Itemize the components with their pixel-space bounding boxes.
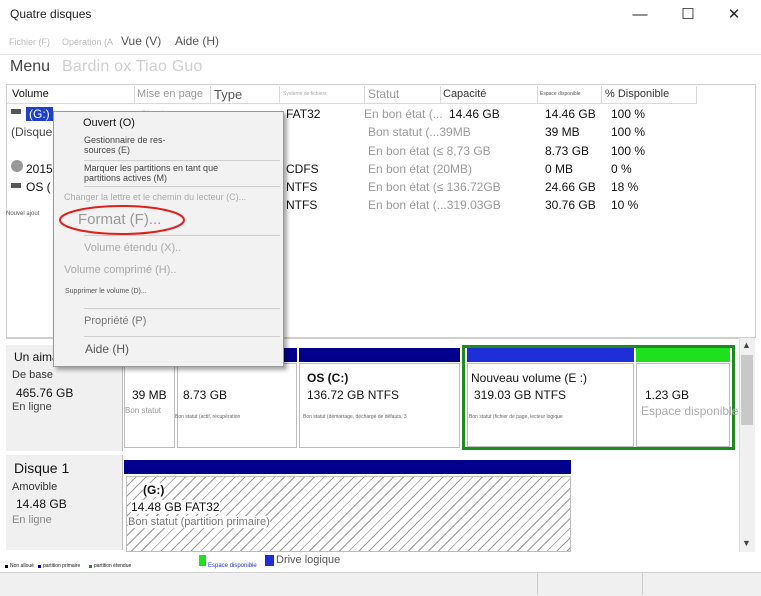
menu-open[interactable]: Ouvert (O) [83, 117, 135, 129]
scroll-up-icon[interactable]: ▲ [742, 340, 751, 350]
menu-file[interactable]: Fichier (F) [9, 37, 50, 47]
menu-explorer[interactable]: Gestionnaire de res- sources (E) [84, 135, 166, 155]
maximize-button[interactable]: ☐ [668, 2, 708, 28]
drive-icon [11, 183, 21, 188]
col-type[interactable]: Type [214, 86, 242, 103]
legend [0, 552, 761, 572]
col-fs[interactable]: Système de fichiers [283, 86, 327, 103]
col-pct-free[interactable]: % Disponible [605, 86, 669, 103]
menu-delete[interactable]: Supprimer le volume (D)... [65, 288, 147, 295]
status-divider [537, 573, 538, 595]
disk0-state: En ligne [12, 401, 52, 413]
primary-swatch [38, 565, 41, 568]
menu-action[interactable]: Opération (A [62, 37, 113, 47]
legend-unallocated: Non alloué [10, 563, 34, 569]
legend-primary: partition primaire [43, 563, 81, 569]
format-highlight-circle [59, 205, 185, 235]
disk0-type: De base [12, 369, 53, 381]
drive-icon [11, 109, 21, 114]
col-free[interactable]: Espace disponible [540, 86, 581, 103]
logical-swatch [265, 555, 274, 566]
close-button[interactable]: ✕ [714, 2, 754, 28]
menu-help[interactable]: Aide (H) [175, 34, 219, 48]
menu-change-letter[interactable]: Changer la lettre et le chemin du lecteu… [64, 192, 246, 202]
menu-extend[interactable]: Volume étendu (X).. [84, 242, 181, 254]
disk1-state: En ligne [12, 514, 52, 526]
legend-extended: partition étendue [94, 563, 132, 569]
menu-shrink[interactable]: Volume comprimé (H).. [64, 264, 176, 276]
legend-free: Espace disponible [208, 563, 257, 569]
col-capacity[interactable]: Capacité [443, 86, 486, 103]
disc-icon [11, 160, 23, 172]
minimize-button[interactable]: — [620, 2, 660, 28]
col-status[interactable]: Statut [368, 86, 399, 103]
disk1-type: Amovible [12, 481, 58, 493]
toolbar-label[interactable]: Menu [10, 58, 50, 76]
status-bar [0, 572, 761, 596]
scrollbar-thumb[interactable] [741, 355, 753, 425]
toolbar-ghost-text: Bardin ox Tiao Guo [62, 58, 203, 75]
extended-swatch [89, 565, 92, 568]
menu-view[interactable]: Vue (V) [121, 34, 161, 48]
col-layout[interactable]: Mise en page [137, 86, 203, 103]
disk1-size: 14.48 GB [16, 497, 67, 511]
menu-properties[interactable]: Propriété (P) [84, 315, 146, 327]
menu-help-item[interactable]: Aide (H) [85, 342, 129, 356]
status-divider [642, 573, 643, 595]
menu-mark-active[interactable]: Marquer les partitions en tant que parti… [84, 163, 218, 183]
scroll-down-icon[interactable]: ▼ [742, 538, 751, 548]
disk0-size: 465.76 GB [16, 386, 74, 400]
disk1-name: Disque 1 [14, 460, 70, 476]
unallocated-swatch [5, 565, 8, 568]
legend-logical: Drive logique [276, 554, 341, 566]
window-title: Quatre disques [10, 7, 92, 21]
free-swatch [199, 555, 206, 566]
col-volume[interactable]: Volume [12, 86, 49, 103]
menu-bar [0, 30, 761, 52]
context-menu: Ouvert (O) Gestionnaire de res- sources … [53, 111, 284, 367]
